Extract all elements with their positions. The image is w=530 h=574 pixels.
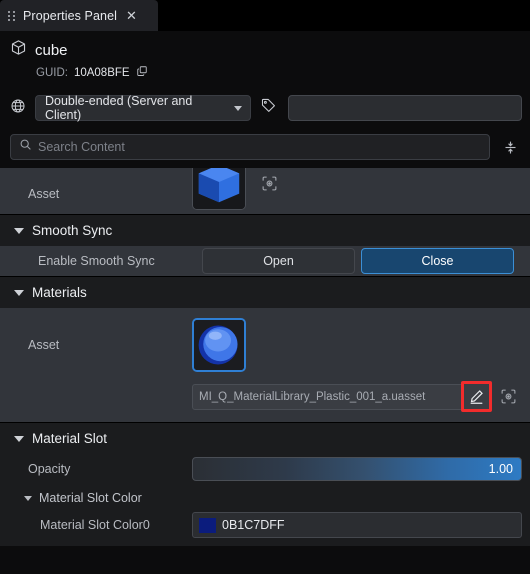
- guid-row: GUID: 10A08BFE: [36, 64, 530, 82]
- cube-icon: [10, 39, 27, 61]
- subsection-header-material-slot-color[interactable]: Material Slot Color: [0, 484, 530, 510]
- close-icon[interactable]: ✕: [126, 9, 137, 22]
- opacity-value: 1.00: [488, 462, 513, 476]
- chevron-down-icon: [14, 227, 24, 234]
- subsection-title-material-slot-color: Material Slot Color: [39, 491, 142, 505]
- collapse-all-icon[interactable]: [498, 135, 522, 159]
- section-title-material-slot: Material Slot: [32, 431, 108, 446]
- material-slot-area: Opacity 1.00 Material Slot Color Materia…: [0, 454, 530, 546]
- chevron-down-icon: [14, 435, 24, 442]
- section-header-materials[interactable]: Materials: [0, 276, 530, 308]
- opacity-label: Opacity: [28, 462, 71, 476]
- tag-icon: [260, 97, 277, 119]
- top-asset-row: Asset: [0, 168, 530, 214]
- network-mode-value: Double-ended (Server and Client): [45, 94, 193, 122]
- locate-icon[interactable]: [496, 385, 520, 409]
- tab-label: Properties Panel: [23, 8, 118, 23]
- section-header-smooth-sync[interactable]: Smooth Sync: [0, 214, 530, 246]
- opacity-slider[interactable]: 1.00: [192, 457, 522, 481]
- search-row: Search Content: [0, 130, 530, 168]
- material-asset-label: Asset: [28, 338, 60, 352]
- opacity-row: Opacity 1.00: [0, 454, 530, 484]
- sphere-thumbnail[interactable]: [192, 318, 246, 372]
- edit-pencil-icon[interactable]: [461, 381, 492, 412]
- color-swatch[interactable]: [199, 517, 216, 533]
- properties-panel-window: Properties Panel ✕ cube GUID: 10A08BFE D…: [0, 0, 530, 574]
- search-placeholder: Search Content: [38, 140, 125, 154]
- object-name-row: cube: [10, 39, 530, 61]
- tag-input[interactable]: [288, 95, 522, 121]
- material-path-field[interactable]: MI_Q_MaterialLibrary_Plastic_001_a.uasse…: [192, 383, 467, 410]
- object-header: cube GUID: 10A08BFE: [0, 31, 530, 86]
- color-hex-value: 0B1C7DFF: [222, 518, 285, 532]
- sphere-thumbnail-icon: [194, 320, 244, 370]
- section-title-materials: Materials: [32, 285, 87, 300]
- enable-smooth-sync-row: Enable Smooth Sync Open Close: [10, 246, 520, 276]
- smooth-sync-toggle-group: Open Close: [202, 248, 520, 274]
- globe-icon: [10, 98, 26, 119]
- material-slot-color0-label: Material Slot Color0: [40, 518, 150, 532]
- material-slot-color0-field[interactable]: 0B1C7DFF: [192, 512, 522, 538]
- open-button[interactable]: Open: [202, 248, 355, 274]
- smooth-sync-card: Enable Smooth Sync Open Close: [0, 246, 530, 276]
- properties-scroll-body: Asset Smooth Sync Enable Smooth Sync Ope…: [0, 168, 530, 546]
- search-icon: [19, 138, 32, 156]
- tab-properties-panel[interactable]: Properties Panel ✕: [0, 0, 158, 31]
- tab-bar: Properties Panel ✕: [0, 0, 530, 31]
- section-header-material-slot[interactable]: Material Slot: [0, 422, 530, 454]
- chevron-down-icon: [234, 105, 242, 111]
- guid-value: 10A08BFE: [73, 67, 130, 79]
- cube-thumbnail-icon: [193, 168, 245, 209]
- search-input[interactable]: Search Content: [10, 134, 490, 160]
- material-slot-color0-row: Material Slot Color0 0B1C7DFF: [0, 510, 530, 540]
- close-button[interactable]: Close: [361, 248, 514, 274]
- object-name: cube: [35, 41, 68, 59]
- cube-thumbnail[interactable]: [192, 168, 246, 210]
- network-mode-row: Double-ended (Server and Client): [0, 86, 530, 130]
- top-asset-label: Asset: [28, 187, 60, 201]
- locate-icon[interactable]: [256, 170, 282, 196]
- copy-icon[interactable]: [136, 64, 148, 82]
- network-mode-select[interactable]: Double-ended (Server and Client): [35, 94, 251, 122]
- drag-dots-icon[interactable]: [8, 10, 15, 21]
- section-title-smooth-sync: Smooth Sync: [32, 223, 113, 238]
- material-asset-row: Asset: [0, 318, 520, 372]
- chevron-down-icon: [14, 289, 24, 296]
- materials-card: Asset MI_Q_MaterialLibrary_Plastic_001_a…: [0, 308, 530, 422]
- enable-smooth-sync-label: Enable Smooth Sync: [38, 254, 155, 268]
- guid-label: GUID:: [36, 67, 68, 79]
- chevron-down-icon: [24, 495, 32, 501]
- material-path-row: MI_Q_MaterialLibrary_Plastic_001_a.uasse…: [0, 381, 520, 412]
